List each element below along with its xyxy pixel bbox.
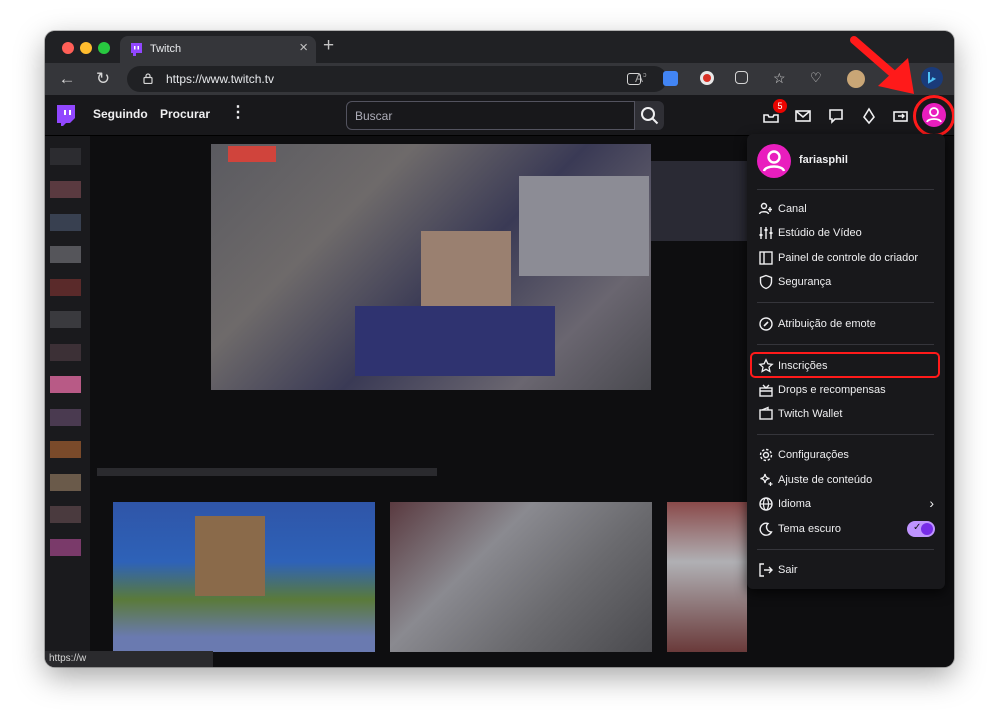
sidebar-channel-tile[interactable]	[50, 539, 81, 556]
sidebar-channel-tile[interactable]	[50, 409, 81, 426]
tab-twitch[interactable]: Twitch ×	[120, 36, 316, 63]
section-title-blur	[97, 468, 437, 476]
menu-item-dark-theme[interactable]: Tema escuro ✓	[752, 518, 938, 540]
moon-icon	[759, 522, 773, 536]
reload-button[interactable]: ↻	[92, 68, 114, 90]
gear-icon	[759, 448, 773, 462]
shield-icon	[759, 274, 773, 290]
sparkle-icon	[760, 473, 773, 486]
chat-icon[interactable]	[827, 107, 845, 125]
blurred-side	[651, 161, 747, 241]
menu-item-security[interactable]: Segurança	[752, 271, 938, 293]
notification-badge: 5	[773, 99, 787, 113]
bits-icon[interactable]	[860, 107, 878, 125]
emote-icon	[759, 317, 773, 331]
nav-following[interactable]: Seguindo	[93, 107, 148, 121]
logout-icon	[759, 563, 773, 577]
sidebar-channel-tile[interactable]	[50, 148, 81, 165]
twitch-favicon-icon	[131, 43, 142, 56]
user-icon	[762, 150, 786, 172]
sidebar-channel-tile[interactable]	[50, 506, 81, 523]
sidebar-channel-tile[interactable]	[50, 474, 81, 491]
channel-icon	[758, 202, 772, 215]
chevron-right-icon: ›	[929, 495, 934, 511]
nav-browse[interactable]: Procurar	[160, 107, 210, 121]
video-studio-icon	[759, 227, 773, 239]
toggle-knob	[921, 523, 933, 535]
menu-item-channel[interactable]: Canal	[752, 198, 938, 220]
tab-title: Twitch	[150, 43, 182, 55]
prime-loot-icon[interactable]	[892, 107, 910, 125]
twitch-logo-icon[interactable]	[55, 104, 77, 128]
sidebar-channel-tile[interactable]	[50, 344, 81, 361]
split-screen-icon[interactable]	[627, 73, 641, 85]
tab-bar: Twitch × +	[45, 31, 954, 63]
menu-divider	[757, 434, 934, 435]
sidebar-channel-tile[interactable]	[50, 441, 81, 458]
favorites-icon[interactable]: ☆	[773, 71, 789, 87]
browser-toolbar: ← ↻ https://www.twitch.tv Aↄ ☆ ☆ ♡	[45, 63, 954, 95]
menu-item-settings[interactable]: Configurações	[752, 444, 938, 466]
translate-extension-icon[interactable]	[663, 71, 678, 86]
search-icon	[641, 107, 659, 125]
gift-icon	[759, 384, 773, 397]
menu-item-logout[interactable]: Sair	[752, 559, 938, 581]
search-placeholder: Buscar	[355, 109, 393, 123]
twitch-header: Seguindo Procurar ⋮ Buscar 5	[45, 95, 954, 137]
blurred-area	[519, 176, 649, 276]
sidebar-channel-tile[interactable]	[50, 279, 81, 296]
wallet-icon	[759, 406, 773, 420]
menu-item-drops[interactable]: Drops e recompensas	[752, 379, 938, 401]
window-close-button[interactable]	[62, 42, 74, 54]
menu-item-video-studio[interactable]: Estúdio de Vídeo	[752, 222, 938, 244]
close-tab-icon[interactable]: ×	[299, 40, 308, 55]
menu-divider	[757, 344, 934, 345]
browser-window: Twitch × + ← ↻ https://www.twitch.tv Aↄ …	[45, 31, 954, 667]
menu-item-wallet[interactable]: Twitch Wallet	[752, 403, 938, 425]
window-maximize-button[interactable]	[98, 42, 110, 54]
left-sidebar	[45, 136, 90, 667]
menu-divider	[757, 302, 934, 303]
annotation-highlight-box	[750, 352, 940, 378]
blurred-figure	[195, 516, 265, 596]
lock-icon	[143, 73, 153, 84]
menu-item-language[interactable]: Idioma ›	[752, 493, 938, 515]
new-tab-button[interactable]: +	[323, 36, 334, 56]
live-badge-blur	[228, 146, 276, 162]
menu-item-content-tuning[interactable]: Ajuste de conteúdo	[752, 469, 938, 491]
menu-item-creator-dashboard[interactable]: Painel de controle do criador	[752, 247, 938, 269]
dashboard-icon	[759, 251, 773, 265]
menu-username: fariasphil	[799, 154, 848, 166]
search-input[interactable]: Buscar	[346, 101, 635, 130]
blurred-shirt	[355, 306, 555, 376]
stream-thumbnail-2[interactable]	[390, 502, 652, 652]
window-minimize-button[interactable]	[80, 42, 92, 54]
menu-item-emote-attribution[interactable]: Atribuição de emote	[752, 313, 938, 335]
more-options-icon[interactable]: ⋮	[230, 105, 246, 121]
menu-divider	[757, 189, 934, 190]
extension-red-icon[interactable]	[700, 71, 714, 85]
annotation-arrow-icon	[850, 36, 914, 94]
back-button[interactable]: ←	[56, 68, 78, 90]
browser-essentials-icon[interactable]: ♡	[810, 71, 826, 87]
url-text: https://www.twitch.tv	[166, 72, 275, 86]
sidebar-channel-tile[interactable]	[50, 214, 81, 231]
menu-divider	[757, 549, 934, 550]
stream-thumbnail-3[interactable]	[667, 502, 747, 652]
whispers-mail-icon[interactable]	[794, 107, 812, 125]
globe-icon	[759, 497, 773, 511]
dark-theme-toggle[interactable]: ✓	[907, 521, 935, 537]
menu-user-avatar	[757, 144, 791, 178]
sidebar-channel-tile[interactable]	[50, 376, 81, 393]
search-button[interactable]	[635, 101, 664, 130]
extensions-puzzle-icon[interactable]	[735, 71, 748, 84]
sidebar-channel-tile[interactable]	[50, 181, 81, 198]
address-bar[interactable]: https://www.twitch.tv Aↄ ☆	[127, 66, 678, 92]
link-status-bar: https://w	[45, 651, 213, 667]
sidebar-channel-tile[interactable]	[50, 311, 81, 328]
sidebar-channel-tile[interactable]	[50, 246, 81, 263]
